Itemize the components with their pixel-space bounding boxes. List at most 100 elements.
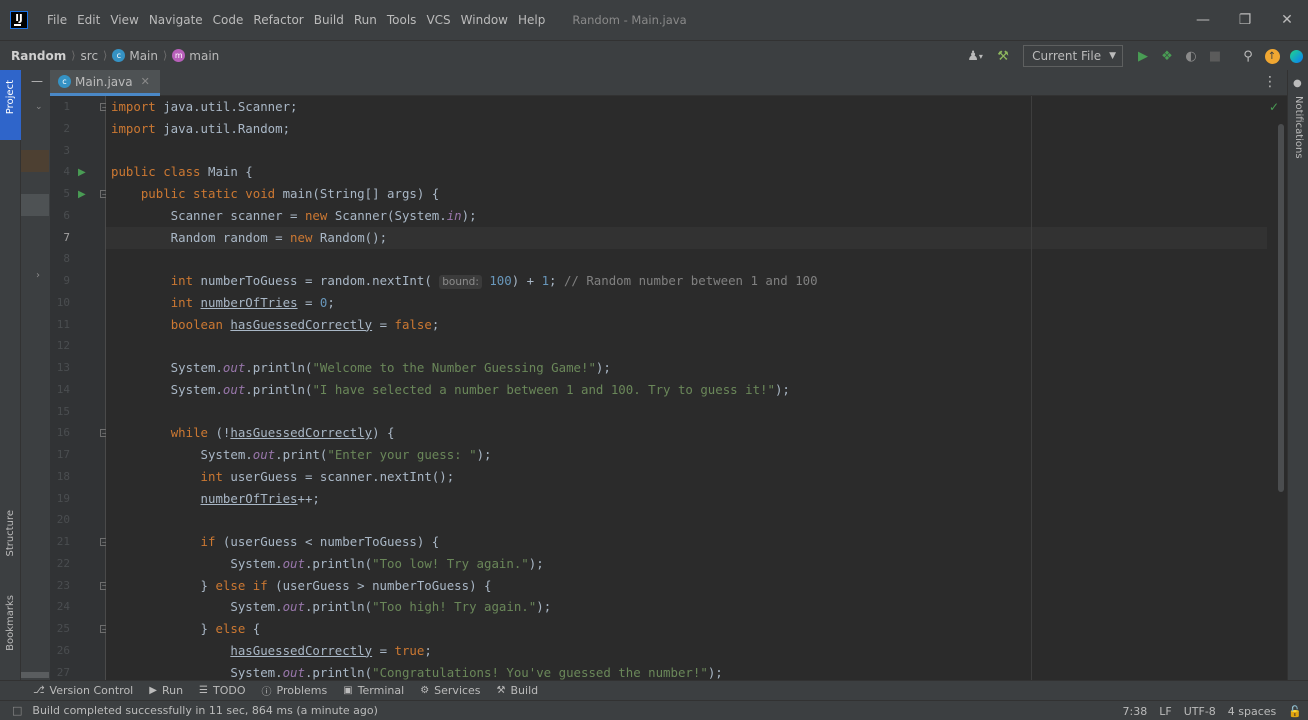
tool-window-todo[interactable]: ☰ TODO	[199, 684, 245, 697]
line-separator[interactable]: LF	[1159, 705, 1171, 718]
tab-label: Main.java	[75, 74, 133, 89]
menu-navigate[interactable]: Navigate	[144, 0, 208, 40]
minimize-icon[interactable]: —	[1182, 0, 1224, 40]
code-line[interactable]: import java.util.Scanner;	[111, 96, 298, 118]
line-number: 25	[56, 622, 70, 635]
menu-refactor[interactable]: Refactor	[248, 0, 308, 40]
project-node-selected[interactable]	[21, 194, 49, 216]
file-encoding[interactable]: UTF-8	[1184, 705, 1216, 718]
close-icon[interactable]: ✕	[1266, 0, 1308, 40]
breadcrumb-class-label: Main	[129, 48, 158, 63]
intellij-logo-icon: IJ	[10, 11, 28, 29]
code-line[interactable]: int userGuess = scanner.nextInt();	[111, 466, 455, 488]
menu-file[interactable]: File	[42, 0, 72, 40]
collapse-icon[interactable]: —	[31, 74, 43, 88]
lock-icon[interactable]: 🔓	[1288, 705, 1302, 718]
vertical-scrollbar[interactable]	[1278, 124, 1284, 492]
more-options-icon[interactable]: ⋮	[1263, 74, 1277, 90]
layout-icon[interactable]: □	[12, 704, 22, 717]
code-line[interactable]: numberOfTries++;	[111, 488, 320, 510]
coverage-icon[interactable]: ◐	[1180, 45, 1202, 67]
method-icon: m	[172, 49, 186, 62]
menu-run[interactable]: Run	[349, 0, 382, 40]
search-icon[interactable]: ⚲	[1237, 45, 1259, 67]
code-with-me-icon[interactable]	[1285, 45, 1307, 67]
menu-code[interactable]: Code	[208, 0, 249, 40]
restore-icon[interactable]: ❐	[1224, 0, 1266, 40]
window-title: Random - Main.java	[572, 13, 687, 27]
breadcrumb-method-label: main	[189, 48, 220, 63]
code-line[interactable]: System.out.println("Too low! Try again."…	[111, 553, 543, 575]
code-editor[interactable]: import java.util.Scanner; import java.uti…	[106, 96, 1287, 680]
menu-help[interactable]: Help	[513, 0, 550, 40]
code-line[interactable]: } else {	[111, 618, 261, 640]
menu-build[interactable]: Build	[309, 0, 349, 40]
status-message[interactable]: Build completed successfully in 11 sec, …	[32, 704, 378, 717]
code-line[interactable]: int numberOfTries = 0;	[111, 292, 335, 314]
menu-vcs[interactable]: VCS	[421, 0, 455, 40]
tool-window-version-control[interactable]: ⎇ Version Control	[33, 684, 133, 697]
code-line[interactable]: if (userGuess < numberToGuess) {	[111, 531, 440, 553]
breadcrumb-method[interactable]: m main	[172, 49, 219, 63]
project-node-highlight[interactable]	[21, 150, 49, 172]
tool-window-build[interactable]: ⚒ Build	[497, 684, 539, 697]
tool-window-label: Problems	[276, 684, 328, 697]
chevron-right-icon[interactable]: ›	[36, 270, 40, 281]
stop-icon[interactable]: ■	[1204, 45, 1226, 67]
window-controls: — ❐ ✕	[1182, 0, 1308, 40]
run-icon[interactable]: ▶	[1132, 45, 1154, 67]
menu-edit[interactable]: Edit	[72, 0, 105, 40]
bell-icon[interactable]: ●	[1293, 78, 1302, 89]
tool-window-services[interactable]: ⚙ Services	[420, 684, 480, 697]
chevron-down-icon[interactable]: ⌄	[35, 102, 43, 112]
code-line[interactable]: Random random = new Random();	[111, 227, 387, 249]
structure-tool-tab[interactable]: Structure	[5, 510, 16, 557]
breadcrumb-src[interactable]: src	[81, 49, 99, 63]
line-number: 21	[56, 535, 70, 548]
code-line[interactable]: System.out.println("I have selected a nu…	[111, 379, 790, 401]
code-line[interactable]: System.out.println("Welcome to the Numbe…	[111, 357, 611, 379]
menu-view[interactable]: View	[105, 0, 143, 40]
bookmarks-tool-tab[interactable]: Bookmarks	[5, 595, 16, 651]
code-line[interactable]: public class Main {	[111, 161, 253, 183]
notifications-tool-tab[interactable]: Notifications	[1293, 96, 1304, 159]
indent-setting[interactable]: 4 spaces	[1228, 705, 1277, 718]
close-tab-icon[interactable]: ✕	[141, 75, 150, 88]
menu-window[interactable]: Window	[456, 0, 513, 40]
line-number: 26	[56, 643, 70, 657]
code-line[interactable]: boolean hasGuessedCorrectly = false;	[111, 314, 440, 336]
tool-window-run[interactable]: ▶ Run	[149, 684, 183, 697]
code-line[interactable]: int numberToGuess = random.nextInt( boun…	[111, 270, 818, 292]
code-line[interactable]: System.out.println("Too high! Try again.…	[111, 596, 551, 618]
menu-tools[interactable]: Tools	[382, 0, 422, 40]
no-problems-check-icon[interactable]: ✓	[1269, 100, 1279, 114]
user-icon[interactable]: ♟ ▾	[960, 45, 990, 67]
tool-window-terminal[interactable]: ▣ Terminal	[343, 684, 404, 697]
code-line[interactable]: } else if (userGuess > numberToGuess) {	[111, 575, 492, 597]
code-line[interactable]: Scanner scanner = new Scanner(System.in)…	[111, 205, 477, 227]
line-number: 12	[56, 339, 70, 353]
build-hammer-icon[interactable]: ⚒	[992, 45, 1014, 67]
horizontal-scrollbar[interactable]	[21, 672, 49, 678]
code-line[interactable]: hasGuessedCorrectly = true;	[111, 640, 431, 662]
tab-main-java[interactable]: c Main.java ✕	[50, 70, 160, 96]
caret-position[interactable]: 7:38	[1123, 705, 1148, 718]
tool-window-problems[interactable]: ⓘ Problems	[262, 683, 328, 698]
code-line[interactable]: public static void main(String[] args) {	[111, 183, 439, 205]
run-gutter-icon[interactable]: ▶	[78, 161, 88, 183]
code-line[interactable]: System.out.print("Enter your guess: ");	[111, 444, 492, 466]
breadcrumb-project-label: Random	[11, 48, 67, 63]
debug-icon[interactable]: ❖	[1156, 45, 1178, 67]
run-configuration-select[interactable]: Current File ▼	[1023, 45, 1123, 67]
update-icon[interactable]: ↑	[1261, 45, 1283, 67]
code-line[interactable]: System.out.println("Congratulations! You…	[111, 662, 722, 681]
line-number: 7	[63, 230, 70, 244]
code-line[interactable]: while (!hasGuessedCorrectly) {	[111, 422, 395, 444]
project-tool-tab[interactable]: Project	[0, 70, 21, 140]
breadcrumb-project[interactable]: Random	[11, 49, 66, 63]
breadcrumb-class[interactable]: c Main	[112, 49, 158, 63]
terminal-icon: ▣	[343, 685, 353, 696]
line-number: 14	[56, 382, 70, 396]
code-line[interactable]: import java.util.Random;	[111, 118, 290, 140]
run-gutter-icon[interactable]: ▶	[78, 183, 88, 205]
